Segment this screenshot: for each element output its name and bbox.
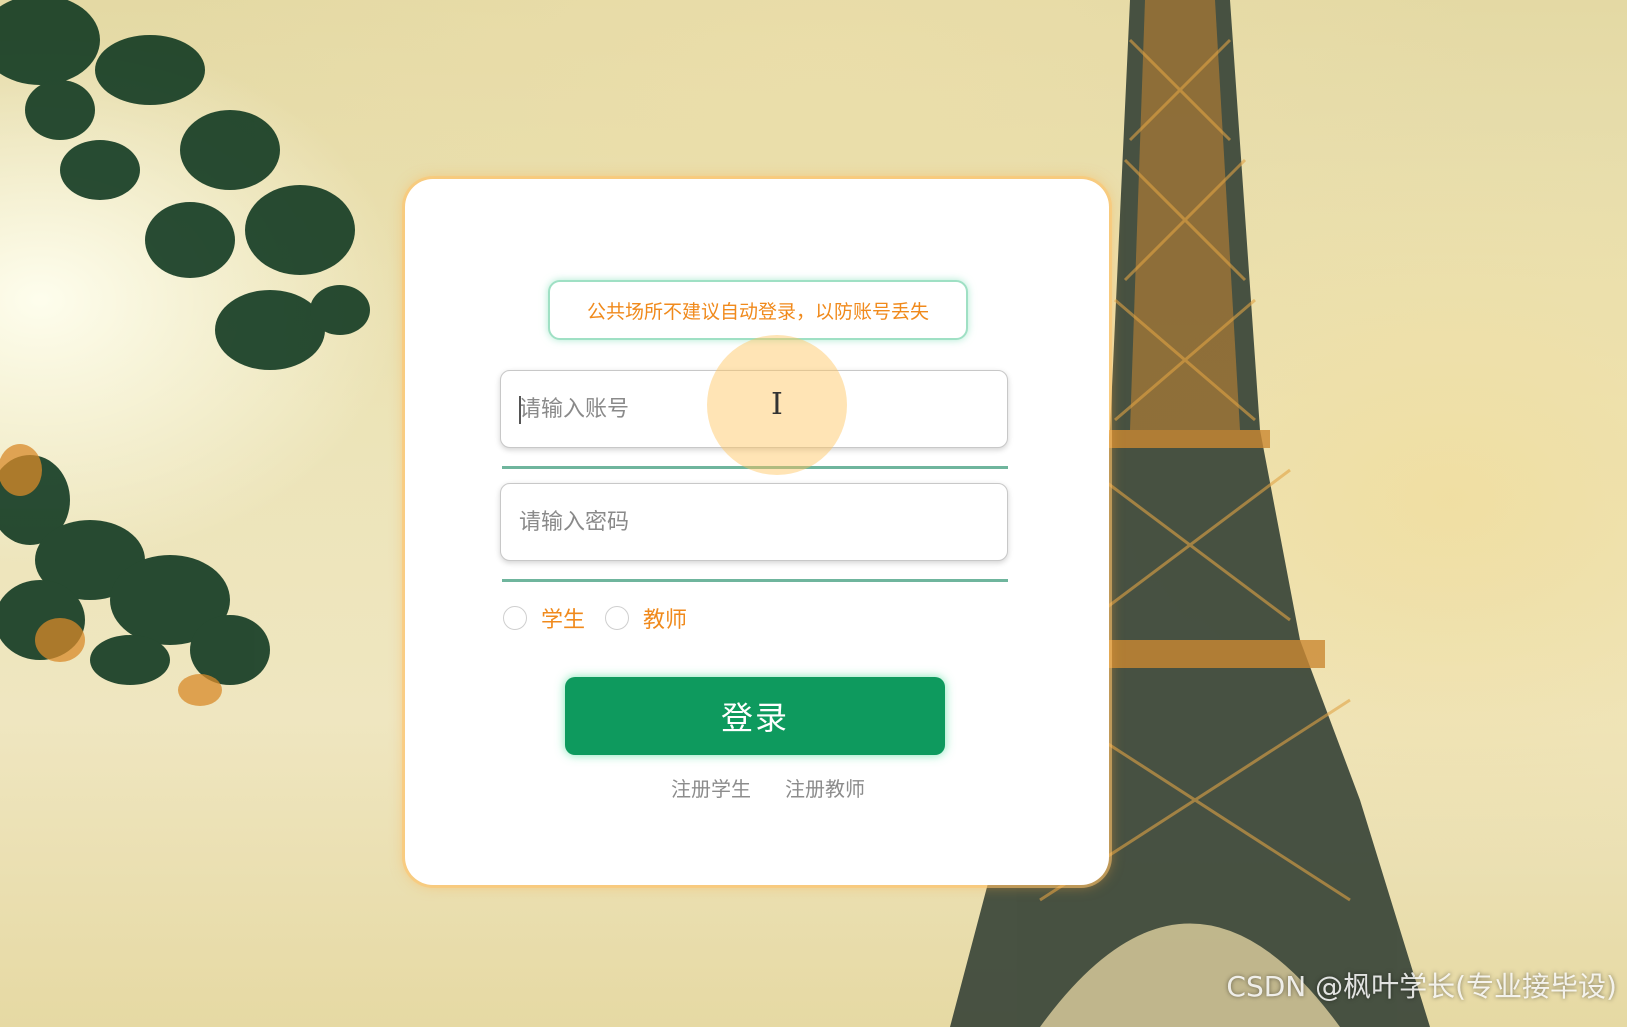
security-notice-text: 公共场所不建议自动登录，以防账号丢失 xyxy=(586,300,929,323)
security-notice: 公共场所不建议自动登录，以防账号丢失 xyxy=(548,280,968,340)
account-input[interactable] xyxy=(501,371,1007,447)
password-underline xyxy=(502,579,1008,582)
login-card: 公共场所不建议自动登录，以防账号丢失 学生 教师 登录 注册学生 注册教师 xyxy=(405,179,1109,885)
text-caret xyxy=(519,396,521,424)
watermark: CSDN @枫叶学长(专业接毕设) xyxy=(1226,970,1617,1003)
password-field[interactable] xyxy=(500,483,1008,561)
teacher-label[interactable]: 教师 xyxy=(643,602,687,634)
register-links: 注册学生 注册教师 xyxy=(671,773,865,802)
login-page: 公共场所不建议自动登录，以防账号丢失 学生 教师 登录 注册学生 注册教师 xyxy=(0,0,1627,1027)
role-option-teacher[interactable]: 教师 xyxy=(605,602,687,634)
student-label[interactable]: 学生 xyxy=(541,602,585,634)
teacher-radio[interactable] xyxy=(605,606,630,630)
leaves-decoration xyxy=(0,0,370,685)
role-option-student[interactable]: 学生 xyxy=(503,602,585,634)
student-radio[interactable] xyxy=(503,606,527,630)
login-button[interactable]: 登录 xyxy=(565,677,945,755)
account-field[interactable] xyxy=(500,370,1008,448)
register-teacher-link[interactable]: 注册教师 xyxy=(785,773,865,802)
register-student-link[interactable]: 注册学生 xyxy=(671,773,751,802)
password-input[interactable] xyxy=(501,484,1007,560)
account-underline xyxy=(502,466,1008,469)
role-selector: 学生 教师 xyxy=(503,602,707,634)
